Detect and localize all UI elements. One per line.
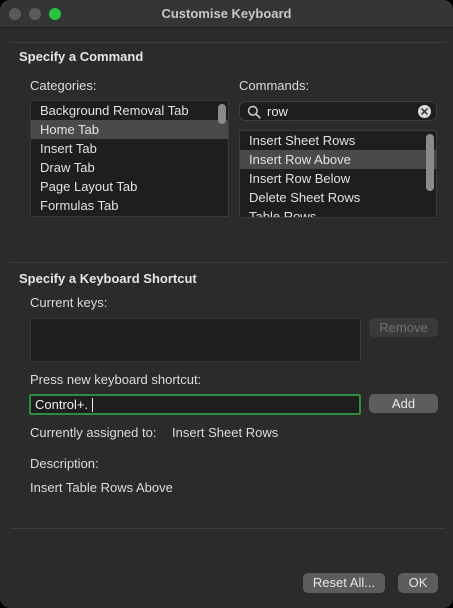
command-item-selected[interactable]: Insert Row Above xyxy=(240,150,436,169)
text-caret xyxy=(92,398,93,412)
top-divider xyxy=(10,42,446,43)
press-shortcut-label: Press new keyboard shortcut: xyxy=(30,372,202,387)
categories-list[interactable]: Background Removal Tab Home Tab Insert T… xyxy=(30,100,229,217)
commands-list[interactable]: Insert Sheet Rows Insert Row Above Inser… xyxy=(239,130,437,218)
add-button[interactable]: Add xyxy=(369,394,438,413)
specify-command-heading: Specify a Command xyxy=(19,49,144,64)
ok-button[interactable]: OK xyxy=(398,573,438,593)
window-title: Customise Keyboard xyxy=(161,6,292,21)
search-icon xyxy=(247,105,261,119)
command-item[interactable]: Insert Row Below xyxy=(240,169,436,188)
description-value: Insert Table Rows Above xyxy=(30,480,173,495)
category-item[interactable]: Draw Tab xyxy=(31,158,228,177)
command-item[interactable]: Table Rows xyxy=(240,207,436,217)
category-item[interactable]: Page Layout Tab xyxy=(31,177,228,196)
reset-all-button[interactable]: Reset All... xyxy=(303,573,385,593)
categories-scrollbar[interactable] xyxy=(218,101,226,216)
command-item[interactable]: Delete Sheet Rows xyxy=(240,188,436,207)
commands-label: Commands: xyxy=(239,78,310,93)
command-item[interactable]: Insert Sheet Rows xyxy=(240,131,436,150)
assigned-to-value: Insert Sheet Rows xyxy=(172,425,279,440)
current-keys-list[interactable] xyxy=(30,318,361,362)
commands-scrollbar[interactable] xyxy=(426,131,434,217)
bottom-divider xyxy=(10,528,446,529)
description-label: Description: xyxy=(30,456,99,471)
title-bar: Customise Keyboard xyxy=(0,0,453,28)
categories-scroll-thumb[interactable] xyxy=(218,104,226,124)
current-keys-label: Current keys: xyxy=(30,295,108,310)
clear-search-icon[interactable] xyxy=(418,105,431,118)
middle-divider xyxy=(10,262,446,263)
specify-shortcut-heading: Specify a Keyboard Shortcut xyxy=(19,271,197,286)
commands-scroll-thumb[interactable] xyxy=(426,134,434,191)
shortcut-input-field[interactable]: Control+. xyxy=(29,394,361,415)
category-item[interactable]: Insert Tab xyxy=(31,139,228,158)
category-item[interactable]: Formulas Tab xyxy=(31,196,228,215)
category-item[interactable]: Background Removal Tab xyxy=(31,101,228,120)
remove-button[interactable]: Remove xyxy=(369,318,438,337)
shortcut-input-value[interactable]: Control+. xyxy=(35,397,88,412)
customise-keyboard-dialog: Customise Keyboard Specify a Command Cat… xyxy=(0,0,453,608)
categories-label: Categories: xyxy=(30,78,97,93)
search-input[interactable]: row xyxy=(267,104,288,119)
command-search-field[interactable]: row xyxy=(239,101,437,121)
assigned-to-label: Currently assigned to: xyxy=(30,425,157,440)
category-item-selected[interactable]: Home Tab xyxy=(31,120,228,139)
